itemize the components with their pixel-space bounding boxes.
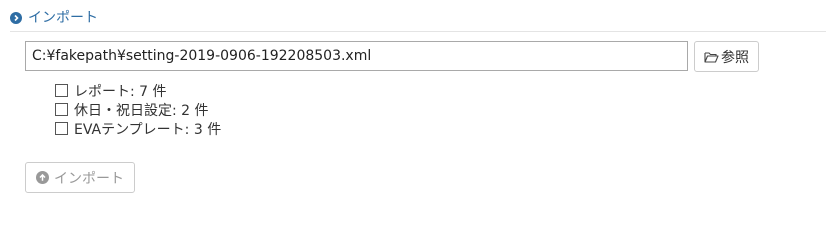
arrow-up-circle-icon (36, 171, 49, 184)
checkbox[interactable] (55, 122, 68, 135)
checkbox[interactable] (55, 84, 68, 97)
option-row-holidays[interactable]: 休日・祝日設定: 2 件 (55, 100, 221, 119)
browse-button-label: 参照 (721, 49, 749, 66)
import-options: レポート: 7 件 休日・祝日設定: 2 件 EVAテンプレート: 3 件 (55, 81, 221, 138)
checkbox[interactable] (55, 103, 68, 116)
browse-button[interactable]: 参照 (694, 41, 759, 72)
option-label: 休日・祝日設定: 2 件 (74, 102, 209, 119)
chevron-right-circle-icon (10, 12, 22, 24)
section-header: インポート (10, 9, 826, 32)
import-button-label: インポート (54, 170, 124, 187)
file-path-input[interactable]: C:¥fakepath¥setting-2019-0906-192208503.… (25, 41, 688, 71)
section-title: インポート (28, 10, 98, 26)
option-row-reports[interactable]: レポート: 7 件 (55, 81, 221, 100)
option-label: レポート: 7 件 (74, 83, 167, 100)
folder-open-icon (704, 51, 719, 63)
import-button[interactable]: インポート (25, 162, 135, 193)
option-label: EVAテンプレート: 3 件 (74, 121, 222, 138)
option-row-eva-templates[interactable]: EVAテンプレート: 3 件 (55, 119, 221, 138)
